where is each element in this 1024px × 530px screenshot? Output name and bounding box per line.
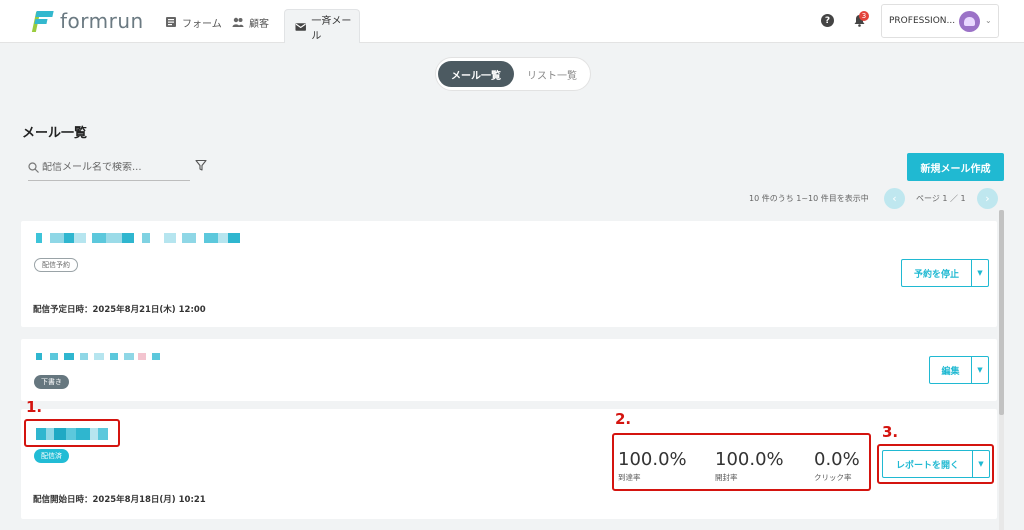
nav-mail-tab[interactable]: 一斉メール xyxy=(284,9,360,43)
caret-down-icon[interactable]: ▼ xyxy=(972,260,988,286)
nav-customers-label: 顧客 xyxy=(249,18,269,30)
create-mail-button[interactable]: 新規メール作成 xyxy=(907,153,1004,181)
annotation-number-2: 2. xyxy=(615,410,632,428)
avatar xyxy=(959,11,980,32)
account-menu[interactable]: PROFESSION... ⌄ xyxy=(881,4,999,38)
people-icon xyxy=(232,17,244,27)
logo-text: formrun xyxy=(60,9,144,33)
scheduled-datetime: 配信予定日時：2025年8月21日(木) 12:00 xyxy=(33,305,206,315)
form-icon xyxy=(166,17,176,27)
page-title: メール一覧 xyxy=(22,126,88,141)
chevron-down-icon: ⌄ xyxy=(985,16,992,25)
scrollbar[interactable] xyxy=(999,210,1004,530)
edit-button: 編集 ▼ xyxy=(929,356,989,384)
caret-down-icon[interactable]: ▼ xyxy=(972,357,988,383)
account-name: PROFESSION... xyxy=(889,16,956,26)
annotation-number-3: 3. xyxy=(882,423,899,441)
mail-card[interactable]: 配信予約 予約を停止 ▼ 配信予定日時：2025年8月21日(木) 12:00 xyxy=(21,221,997,327)
search-field xyxy=(28,154,190,181)
mail-title-redacted xyxy=(36,233,281,243)
annotation-box-1 xyxy=(24,419,120,447)
mail-title-redacted xyxy=(36,353,171,360)
nav-mail-label: 一斉メール xyxy=(311,15,352,42)
mail-card[interactable]: 下書き 編集 ▼ xyxy=(21,339,997,401)
status-badge: 下書き xyxy=(34,375,69,389)
annotation-number-1: 1. xyxy=(26,398,43,416)
formrun-logo[interactable]: formrun xyxy=(31,9,144,33)
toggle-list-list[interactable]: リスト一覧 xyxy=(516,61,588,87)
toggle-mail-list[interactable]: メール一覧 xyxy=(438,61,514,87)
pagination-summary: 10 件のうち 1~10 件目を表示中 xyxy=(749,194,869,203)
scrollbar-thumb[interactable] xyxy=(999,210,1004,415)
status-badge: 配信予約 xyxy=(34,258,78,272)
nav-customers[interactable]: 顧客 xyxy=(232,14,269,30)
annotation-box-3 xyxy=(877,444,994,484)
mail-icon xyxy=(295,22,306,31)
search-input[interactable] xyxy=(42,161,182,173)
top-header: formrun フォーム 顧客 一斉メール ? 3 PROFESSION... … xyxy=(0,0,1024,43)
stop-reservation-label[interactable]: 予約を停止 xyxy=(902,260,972,286)
help-icon[interactable]: ? xyxy=(821,14,834,27)
nav-forms-label: フォーム xyxy=(182,18,222,30)
next-page-button[interactable]: › xyxy=(977,188,998,209)
view-toggle: メール一覧 リスト一覧 xyxy=(435,57,591,91)
status-badge: 配信済 xyxy=(34,449,69,463)
edit-label[interactable]: 編集 xyxy=(930,357,972,383)
annotation-box-2 xyxy=(612,433,871,491)
filter-icon[interactable] xyxy=(195,159,207,171)
sent-datetime: 配信開始日時：2025年8月18日(月) 10:21 xyxy=(33,495,206,505)
notification-badge: 3 xyxy=(859,11,869,21)
page-indicator: ページ 1 ／ 1 xyxy=(916,194,966,203)
stop-reservation-button: 予約を停止 ▼ xyxy=(901,259,989,287)
nav-forms[interactable]: フォーム xyxy=(165,14,222,30)
search-icon xyxy=(28,161,39,173)
prev-page-button[interactable]: ‹ xyxy=(884,188,905,209)
logo-mark-icon xyxy=(31,10,54,32)
